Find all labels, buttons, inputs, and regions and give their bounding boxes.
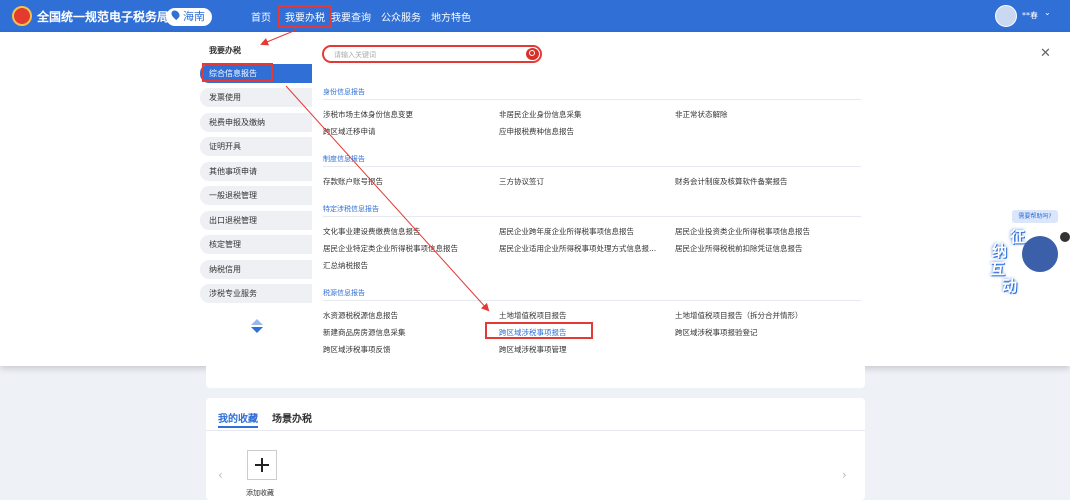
nav-tax-handling[interactable]: 我要办税 (278, 5, 332, 28)
menu-link[interactable]: 水资源税税源信息报告 (323, 310, 398, 321)
close-icon[interactable]: ✕ (1040, 46, 1051, 61)
scroll-down-icon[interactable] (251, 327, 263, 333)
sidebar-item-invoice[interactable]: 发票使用 (200, 88, 312, 107)
content-card (206, 366, 865, 388)
menu-link[interactable]: 土地增值税项目报告 (499, 310, 567, 321)
section-title: 税源信息报告 (323, 289, 365, 297)
divider (323, 300, 861, 301)
top-navbar: 全国统一规范电子税务局 海南 首页 我要办税 我要查询 公众服务 地方特色 **… (0, 0, 1070, 32)
section-title: 身份信息报告 (323, 88, 365, 96)
menu-link[interactable]: 居民企业跨年度企业所得税事项信息报告 (499, 226, 634, 237)
chevron-right-icon[interactable]: › (842, 468, 847, 482)
divider (323, 166, 861, 167)
sidebar-item-credit[interactable]: 纳税信用 (200, 260, 312, 279)
search-input[interactable]: 请输入关键词 (322, 45, 542, 63)
menu-link[interactable]: 跨区域涉税事项报验登记 (675, 327, 758, 338)
sidebar-item-certificate[interactable]: 证明开具 (200, 137, 312, 156)
sidebar-item-declaration[interactable]: 税费申报及缴纳 (200, 113, 312, 132)
assistant-widget[interactable]: 征 纳 互 动 (984, 226, 1064, 296)
sidebar-title: 我要办税 (209, 46, 241, 55)
menu-link[interactable]: 土地增值税项目报告（拆分合并情形） (675, 310, 803, 321)
menu-link[interactable]: 跨区域迁移申请 (323, 126, 376, 137)
sidebar-item-assessment[interactable]: 核定管理 (200, 235, 312, 254)
chevron-left-icon[interactable]: ‹ (218, 468, 223, 482)
help-tooltip[interactable]: 需要帮助吗? (1012, 210, 1058, 223)
menu-link[interactable]: 居民企业特定类企业所得税事项信息报告 (323, 243, 458, 254)
mascot-icon (1020, 234, 1060, 274)
tab-scenario[interactable]: 场景办税 (272, 410, 312, 425)
nav-home[interactable]: 首页 (251, 9, 271, 24)
menu-link[interactable]: 涉税市场主体身份信息变更 (323, 109, 413, 120)
highlight-box (485, 322, 593, 339)
section-title: 特定涉税信息报告 (323, 205, 379, 213)
menu-link[interactable]: 存款账户账号报告 (323, 176, 383, 187)
user-avatar[interactable] (995, 5, 1017, 27)
menu-link[interactable]: 居民企业适用企业所得税事项处理方式信息报... (499, 243, 656, 254)
tab-my-favorites[interactable]: 我的收藏 (218, 410, 258, 425)
sidebar-item-export-refund[interactable]: 出口退税管理 (200, 211, 312, 230)
sidebar-item-refund[interactable]: 一般退税管理 (200, 186, 312, 205)
divider (323, 99, 861, 100)
sidebar-item-other-application[interactable]: 其他事项申请 (200, 162, 312, 181)
mega-menu-panel: 我要办税 综合信息报告 发票使用 税费申报及缴纳 证明开具 其他事项申请 一般退… (0, 32, 1070, 366)
tax-emblem-logo (12, 6, 32, 26)
menu-link[interactable]: 应申报税费种信息报告 (499, 126, 574, 137)
menu-link[interactable]: 跨区域涉税事项反馈 (323, 344, 391, 355)
collapse-icon[interactable] (1060, 232, 1070, 242)
menu-link[interactable]: 居民企业投资类企业所得税事项信息报告 (675, 226, 810, 237)
user-name[interactable]: **春 (1022, 10, 1038, 21)
search-icon[interactable] (526, 48, 539, 60)
site-title[interactable]: 全国统一规范电子税务局 (37, 8, 169, 25)
nav-local-features[interactable]: 地方特色 (431, 9, 471, 24)
add-favorite-button[interactable] (247, 450, 277, 480)
menu-link[interactable]: 新建商品房房源信息采集 (323, 327, 406, 338)
menu-link[interactable]: 非正常状态解除 (675, 109, 728, 120)
assistant-char: 征 (1010, 228, 1026, 246)
menu-link[interactable]: 三方协议签订 (499, 176, 544, 187)
divider (206, 430, 865, 431)
tab-indicator (218, 426, 258, 428)
menu-link[interactable]: 文化事业建设费缴费信息报告 (323, 226, 421, 237)
sidebar-item-professional-service[interactable]: 涉税专业服务 (200, 284, 312, 303)
search-placeholder: 请输入关键词 (334, 51, 376, 59)
region-label: 海南 (183, 10, 205, 23)
highlight-box (202, 63, 273, 82)
menu-link[interactable]: 汇总纳税报告 (323, 260, 368, 271)
menu-link[interactable]: 非居民企业身份信息采集 (499, 109, 582, 120)
menu-content: 请输入关键词 ✕ 身份信息报告 涉税市场主体身份信息变更 非居民企业身份信息采集… (312, 32, 1070, 366)
region-selector[interactable]: 海南 (166, 8, 212, 26)
section-title: 制度信息报告 (323, 155, 365, 163)
category-sidebar: 我要办税 综合信息报告 发票使用 税费申报及缴纳 证明开具 其他事项申请 一般退… (0, 32, 312, 366)
add-favorite-label: 添加收藏 (246, 489, 274, 497)
menu-link[interactable]: 跨区域涉税事项管理 (499, 344, 567, 355)
scroll-up-icon[interactable] (251, 319, 263, 325)
sidebar-scroll-control[interactable] (250, 319, 264, 335)
divider (323, 216, 861, 217)
menu-link[interactable]: 财务会计制度及核算软件备案报告 (675, 176, 788, 187)
chevron-down-icon[interactable]: ⌄ (1044, 8, 1051, 17)
menu-link[interactable]: 居民企业所得税税前扣除凭证信息报告 (675, 243, 803, 254)
nav-query[interactable]: 我要查询 (331, 9, 371, 24)
nav-public-service[interactable]: 公众服务 (381, 9, 421, 24)
assistant-char: 动 (1002, 277, 1018, 295)
location-pin-icon (169, 8, 182, 21)
favorites-card: 我的收藏 场景办税 ‹ 添加收藏 › (206, 398, 865, 500)
